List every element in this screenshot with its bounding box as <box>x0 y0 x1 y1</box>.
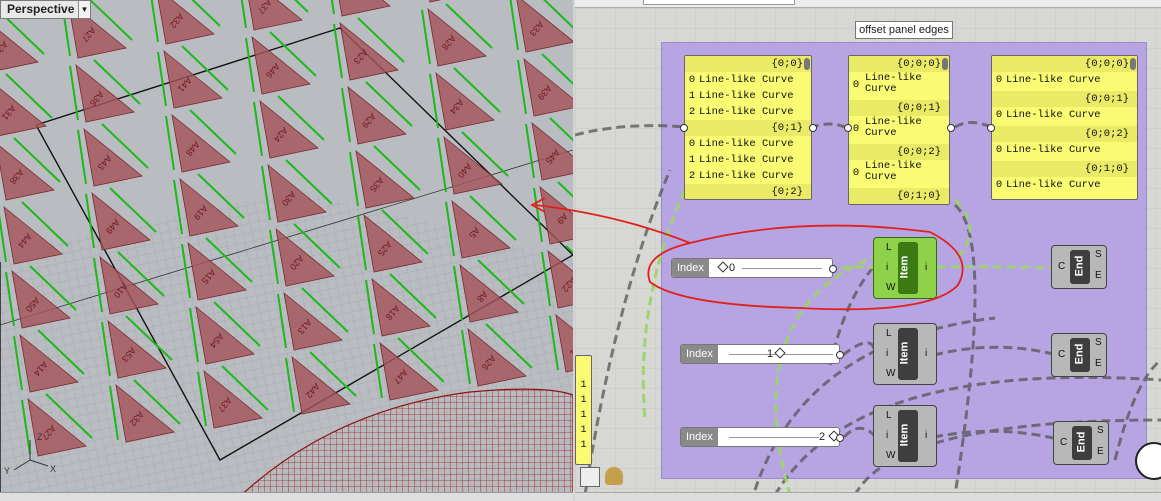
annotation-circle <box>647 224 964 311</box>
annotation-layer <box>530 197 964 311</box>
annotation-arrow <box>534 204 691 244</box>
